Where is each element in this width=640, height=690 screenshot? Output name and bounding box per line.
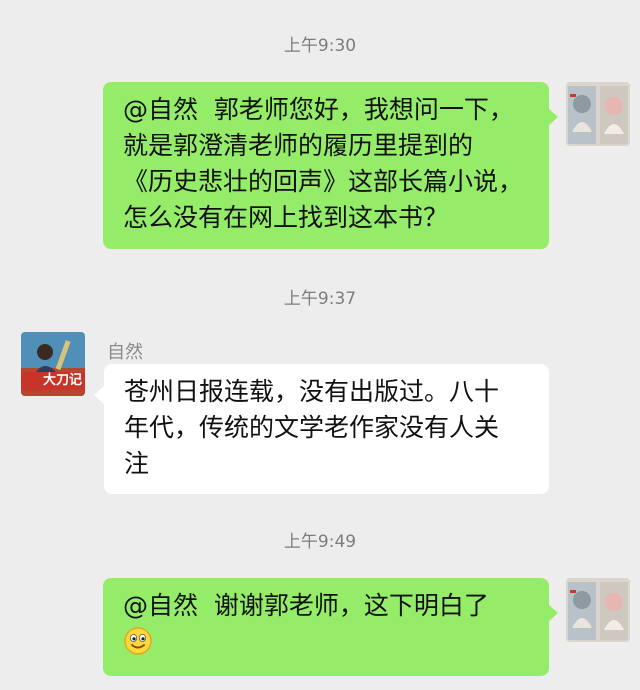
timestamp: 上午9:49	[283, 532, 357, 552]
avatar-image	[566, 578, 630, 642]
message-line: 苍州日报连载，没有出版过。八十	[124, 377, 500, 406]
sender-name: 自然	[107, 342, 143, 363]
bubble-tail	[94, 386, 104, 404]
avatar-caption: 大刀记	[43, 373, 83, 388]
message-line: @自然 郭老师您好，我想问一下，	[123, 95, 514, 124]
message-line: 年代，传统的文学老作家没有人关	[124, 413, 500, 442]
bubble-tail	[548, 108, 558, 126]
timestamp: 上午9:37	[283, 289, 357, 309]
message-line: 怎么没有在网上找到这本书？	[123, 203, 449, 232]
avatar-image	[566, 82, 630, 146]
smile-emoji-icon	[123, 626, 153, 666]
message-line: 《历史悲壮的回声》这部长篇小说，	[123, 167, 524, 196]
timestamp: 上午9:30	[283, 36, 357, 56]
message-bubble-other[interactable]: 苍州日报连载，没有出版过。八十 年代，传统的文学老作家没有人关 注	[104, 364, 549, 494]
message-line: 注	[124, 449, 150, 478]
self-avatar[interactable]	[566, 578, 630, 642]
contact-avatar[interactable]: 大刀记	[21, 332, 85, 396]
message-line: @自然 谢谢郭老师，这下明白了	[123, 591, 489, 620]
bubble-tail	[548, 604, 558, 622]
self-avatar[interactable]	[566, 82, 630, 146]
message-bubble-self[interactable]: @自然 谢谢郭老师，这下明白了	[103, 578, 549, 676]
message-bubble-self[interactable]: @自然 郭老师您好，我想问一下， 就是郭澄清老师的履历里提到的 《历史悲壮的回声…	[103, 82, 549, 249]
message-line: 就是郭澄清老师的履历里提到的	[123, 131, 474, 160]
